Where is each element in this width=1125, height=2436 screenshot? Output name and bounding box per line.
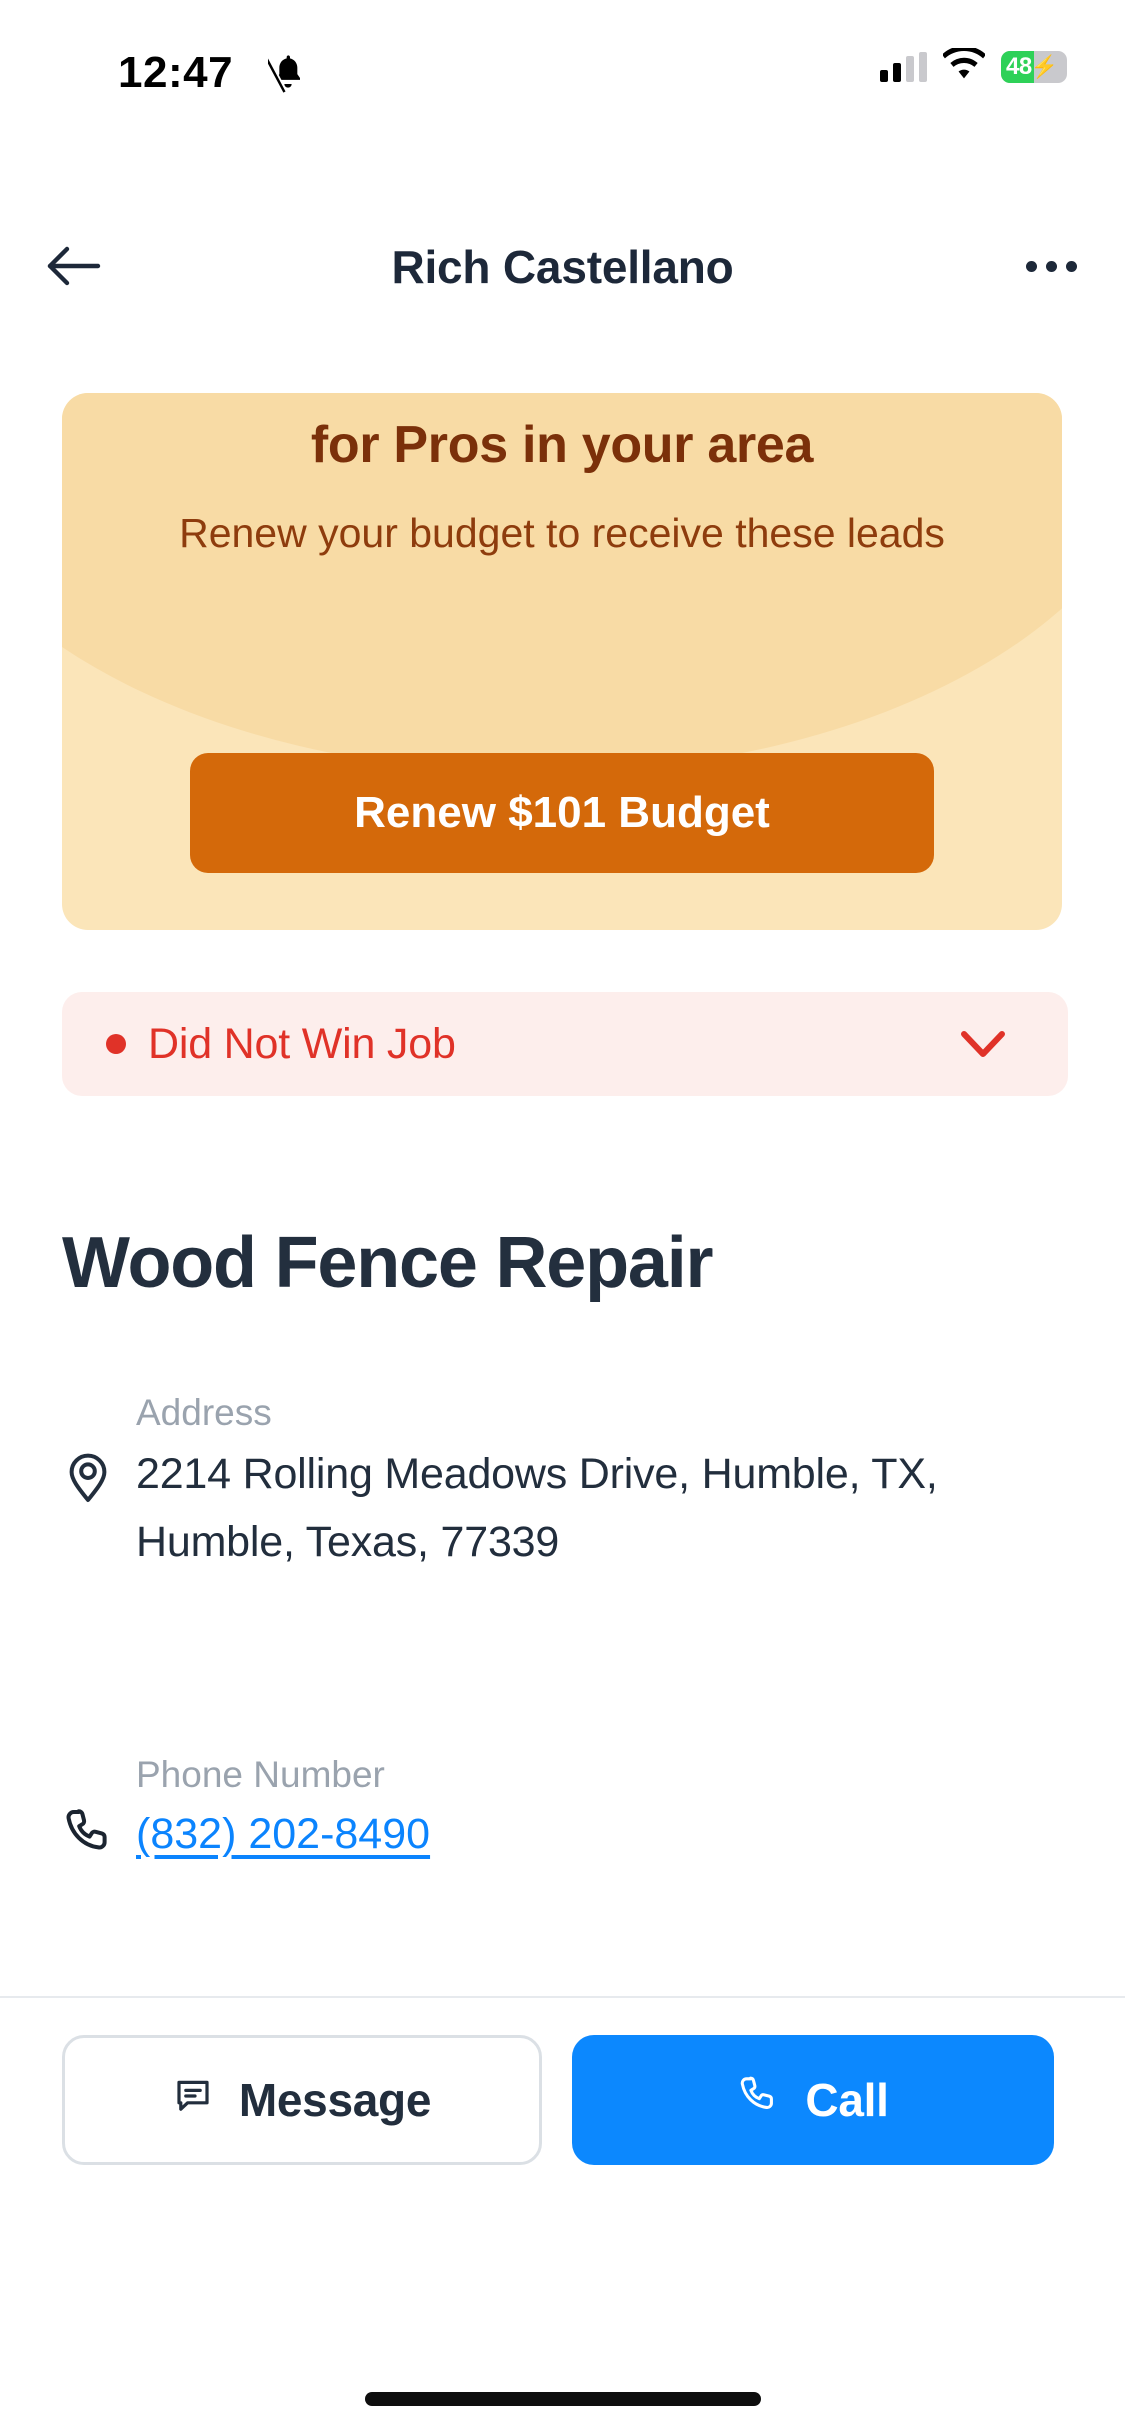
job-title: Wood Fence Repair (62, 1223, 714, 1303)
app-screen: 12:47 48 ⚡ Rich Castellano for Pros in y… (0, 0, 1125, 2436)
bell-muted-icon (264, 50, 308, 99)
status-bar: 12:47 48 ⚡ (0, 0, 1125, 132)
banner-title: for Pros in your area (310, 416, 814, 474)
action-bar-divider (0, 1996, 1125, 1998)
page-title: Rich Castellano (391, 241, 734, 293)
phone-label: Phone Number (136, 1754, 385, 1795)
charging-bolt-icon: ⚡ (1030, 53, 1059, 79)
more-options-icon[interactable] (1009, 224, 1093, 308)
address-label: Address (136, 1392, 272, 1433)
renew-budget-button[interactable]: Renew $101 Budget (190, 753, 934, 873)
message-bubble-icon (173, 2073, 213, 2127)
home-indicator (364, 2392, 761, 2406)
message-button-label: Message (238, 2074, 432, 2126)
call-button[interactable]: Call (572, 2035, 1054, 2165)
phone-icon (737, 2073, 779, 2127)
status-dot-icon (106, 1034, 126, 1054)
battery-icon: 48 ⚡ (1001, 50, 1067, 83)
action-bar: Message Call (0, 2035, 1125, 2165)
call-button-label: Call (805, 2074, 889, 2126)
renew-budget-banner: for Pros in your area Renew your budget … (62, 393, 1062, 930)
cellular-signal-icon (880, 51, 927, 82)
battery-level: 48 (1006, 52, 1032, 80)
phone-icon (40, 1748, 136, 1858)
phone-number-link[interactable]: (832) 202-8490 (136, 1802, 430, 1866)
banner-subtitle: Renew your budget to receive these leads (179, 510, 945, 556)
job-status-dropdown[interactable]: Did Not Win Job (62, 992, 1068, 1096)
map-pin-icon (40, 1386, 136, 1504)
wifi-icon (941, 45, 987, 85)
address-value: 2214 Rolling Meadows Drive, Humble, TX, … (136, 1450, 938, 1566)
address-row: Address 2214 Rolling Meadows Drive, Humb… (40, 1386, 1085, 1576)
chevron-down-icon[interactable] (960, 1030, 1006, 1058)
phone-row: Phone Number (832) 202-8490 (40, 1748, 1085, 1866)
status-bar-indicators: 48 ⚡ (880, 45, 1067, 85)
nav-header: Rich Castellano (0, 210, 1125, 320)
status-badge: Did Not Win Job (148, 1019, 456, 1068)
status-bar-time: 12:47 (118, 48, 234, 97)
message-button[interactable]: Message (62, 2035, 542, 2165)
